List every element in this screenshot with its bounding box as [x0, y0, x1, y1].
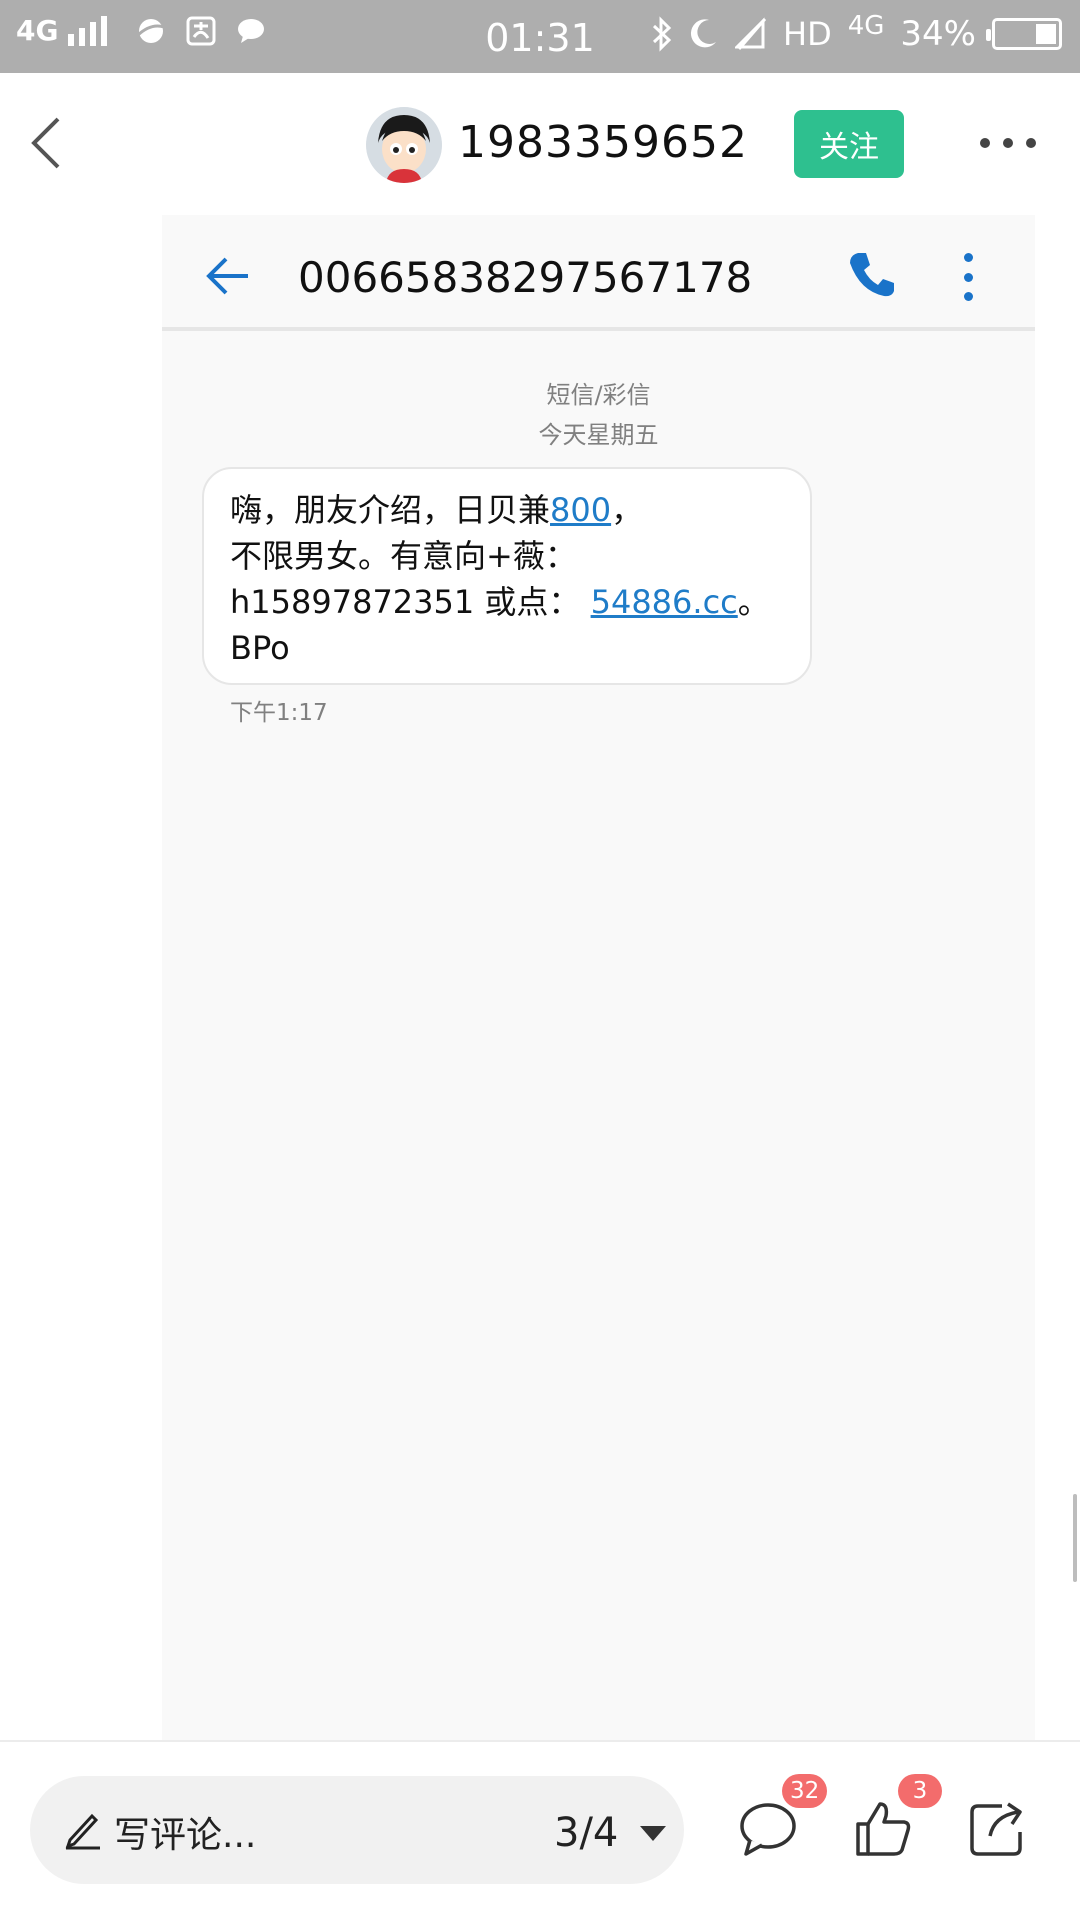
- sms-sender-number: 00665838297567178: [298, 253, 753, 302]
- share-icon: [970, 1802, 1022, 1856]
- message-link: 800: [550, 491, 612, 529]
- page-indicator[interactable]: 3/4: [554, 1810, 618, 1856]
- likes-count-badge: 3: [898, 1774, 942, 1808]
- scrollbar[interactable]: [1073, 1494, 1077, 1582]
- back-chevron-icon[interactable]: [26, 113, 66, 173]
- share-button[interactable]: [966, 1796, 1030, 1860]
- hd-indicator: HD: [783, 15, 832, 53]
- message-line: BPo: [230, 629, 290, 667]
- page-title: 1983359652: [458, 117, 748, 168]
- message-line: h15897872351 或点： 54886.cc。: [230, 583, 770, 621]
- follow-button[interactable]: 关注: [794, 110, 904, 178]
- comment-input[interactable]: 写评论... 3/4: [30, 1776, 684, 1884]
- dot: [1026, 138, 1036, 148]
- app-header: 1983359652 关注: [0, 73, 1080, 215]
- sms-back-arrow-icon: [206, 257, 248, 295]
- more-options-button[interactable]: [980, 135, 1036, 151]
- bottom-action-bar: 写评论... 3/4 32 3: [0, 1740, 1080, 1920]
- dot: [1003, 138, 1013, 148]
- battery-percent: 34%: [900, 14, 976, 54]
- bluetooth-icon: [652, 16, 672, 52]
- embedded-sms-screenshot[interactable]: 00665838297567178 短信/彩信 今天星期五 嗨，朋友介绍，日贝兼…: [162, 215, 1035, 1740]
- battery-icon: [986, 18, 1062, 50]
- moon-icon: [690, 19, 717, 48]
- sms-date-label: 今天星期五: [538, 421, 659, 449]
- no-signal-icon: [735, 17, 767, 50]
- message-line: 不限男女。有意向+薇：: [230, 537, 577, 575]
- avatar[interactable]: [366, 107, 442, 183]
- sms-timestamp: 下午1:17: [230, 700, 328, 726]
- comment-placeholder: 写评论...: [114, 1815, 257, 1856]
- status-bar: 4G 01:31 HD 4G 34%: [0, 0, 1080, 73]
- sms-more-icon: [962, 253, 974, 301]
- pen-icon: [65, 1813, 100, 1850]
- sms-type-label: 短信/彩信: [546, 381, 651, 409]
- phone-icon: [850, 253, 894, 297]
- sms-message-bubble: 嗨，朋友介绍，日贝兼800， 不限男女。有意向+薇： h15897872351 …: [202, 467, 812, 685]
- dot: [980, 138, 990, 148]
- message-link: 54886.cc: [590, 583, 738, 621]
- like-button[interactable]: 3: [852, 1774, 942, 1860]
- battery-fill: [1036, 24, 1056, 44]
- message-line: 嗨，朋友介绍，日贝兼800，: [230, 491, 644, 529]
- comments-count-badge: 32: [782, 1774, 828, 1808]
- avatar-face-icon: [366, 107, 442, 183]
- caret-down-icon[interactable]: [640, 1826, 666, 1841]
- status-right: HD 4G 34%: [651, 11, 1062, 54]
- comments-button[interactable]: 32: [736, 1774, 828, 1860]
- network-type-right: 4G: [847, 11, 885, 41]
- sms-header: 00665838297567178: [162, 215, 1035, 331]
